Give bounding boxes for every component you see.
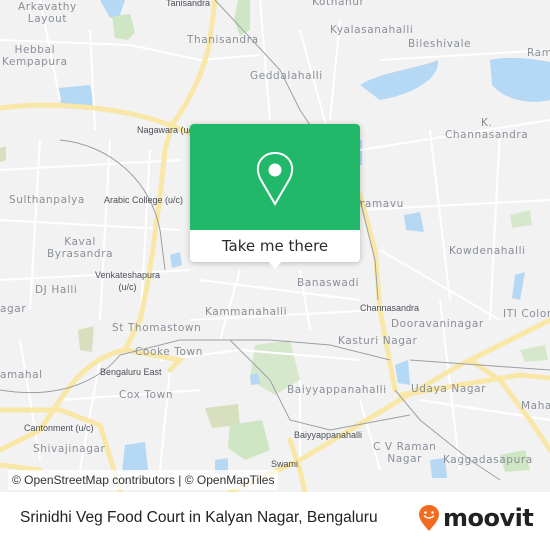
map-label-arabic-college: Arabic College (u/c)	[104, 195, 184, 205]
map-label-maha: Maha	[521, 400, 550, 412]
map-label-ram: Ram	[527, 47, 550, 59]
moovit-pin-icon	[419, 505, 439, 531]
map-label-shivajinagar: Shivajinagar	[33, 443, 106, 455]
map-label-bengaluru-east: Bengaluru East	[100, 367, 162, 377]
map-label-thanisandra: Thanisandra	[187, 34, 259, 46]
map-label-baiyyappanahalli-station: Baiyyappanahalli	[294, 430, 363, 440]
footer: Srinidhi Veg Food Court in Kalyan Nagar,…	[0, 492, 550, 550]
destination-popup[interactable]: Take me there	[190, 124, 360, 269]
map-label-kasturi-nagar: Kasturi Nagar	[338, 335, 418, 347]
popup-pointer	[268, 261, 282, 269]
map-label-channasandra: Channasandra	[360, 303, 420, 313]
map-label-baiyyappanahalli: Baiyyappanahalli	[287, 384, 387, 396]
map-label-arkavathy-layout: Arkavathy Layout	[18, 1, 77, 25]
map-label-udaya-nagar: Udaya Nagar	[411, 383, 487, 395]
map-label-kaval-byrasandra: Kaval Byrasandra	[47, 236, 114, 260]
map-label-cox-town: Cox Town	[119, 389, 174, 401]
location-pin-icon	[256, 152, 294, 206]
map-label-st-thomastown: St Thomastown	[112, 322, 202, 334]
place-title: Srinidhi Veg Food Court in Kalyan Nagar,…	[20, 509, 378, 526]
map-label-bileshivale: Bileshivale	[408, 38, 472, 50]
map-label-dj-halli: DJ Halli	[35, 284, 78, 296]
map-label-venkateshapura: Venkateshapura (u/c)	[95, 270, 161, 292]
map-label-cantonment: Cantonment (u/c)	[24, 423, 94, 433]
map-label-sulthanpalya: Sulthanpalya	[9, 194, 85, 206]
map-label-kothanur: Kothanur	[312, 0, 365, 8]
map-label-cv-raman-nagar: C V Raman Nagar	[373, 441, 437, 465]
map-label-iti-colony: ITI Colon	[503, 308, 550, 320]
map-label-kyalasanahalli: Kyalasanahalli	[330, 24, 414, 36]
map-view[interactable]: Arkavathy Layout Tanisandra Kothanur Tha…	[0, 0, 550, 492]
map-label-kowdenahalli: Kowdenahalli	[449, 245, 526, 257]
map-label-banaswadi: Banaswadi	[297, 277, 360, 289]
take-me-there-button[interactable]: Take me there	[190, 230, 360, 262]
map-label-hebbal-kempapura: Hebbal Kempapura	[2, 44, 68, 68]
popup-header	[190, 124, 360, 230]
map-label-kaggadasapura: Kaggadasapura	[443, 454, 533, 466]
map-attribution[interactable]: © OpenStreetMap contributors | © OpenMap…	[8, 470, 279, 490]
map-label-k-channasandra: K. Channasandra	[445, 117, 529, 141]
map-label-swami: Swami	[271, 459, 299, 469]
map-label-amahal: amahal	[0, 369, 43, 381]
map-label-geddalahalli: Geddalahalli	[250, 70, 323, 82]
moovit-logo[interactable]: moovit	[418, 503, 534, 533]
moovit-wordmark: moovit	[443, 504, 534, 532]
map-label-tanisandra: Tanisandra	[166, 0, 211, 8]
map-label-dooravaninagar: Dooravaninagar	[391, 318, 484, 330]
map-label-kammanahalli: Kammanahalli	[205, 306, 288, 318]
map-label-nagar-left: agar	[0, 303, 27, 315]
map-label-cooke-town: Cooke Town	[135, 346, 203, 358]
map-label-hennur-bande: ramavu	[360, 198, 404, 210]
